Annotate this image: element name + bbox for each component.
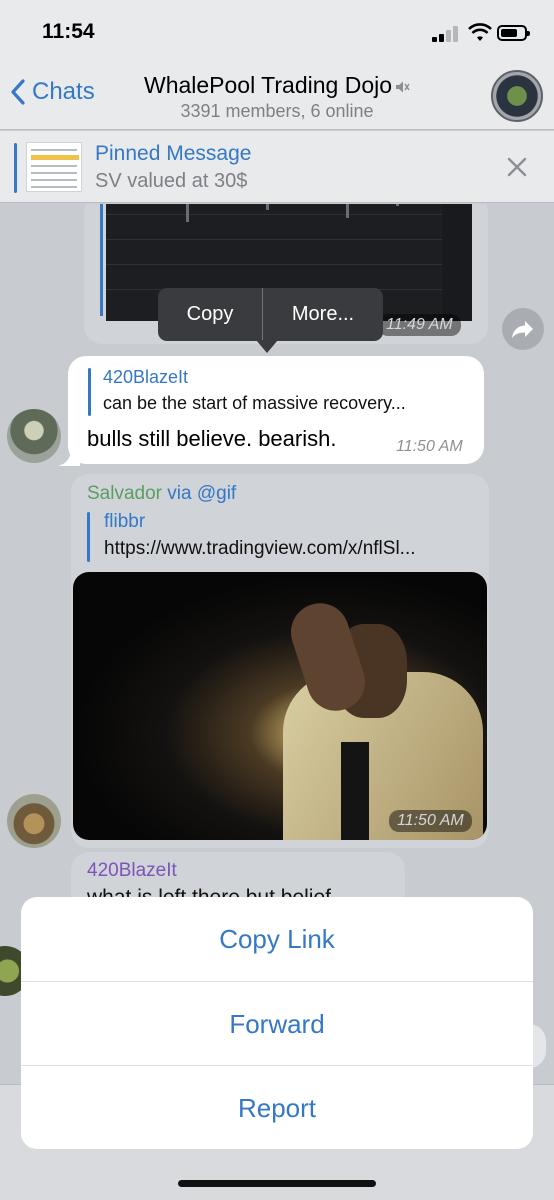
link-preview-bar [87, 512, 90, 562]
pinned-thumbnail [26, 142, 82, 192]
share-arrow-icon [512, 321, 533, 338]
message-time: 11:50 AM [396, 438, 463, 455]
copy-link-button[interactable]: Copy Link [21, 897, 533, 981]
chat-title[interactable]: WhalePool Trading Dojo [0, 72, 554, 99]
quote-author[interactable]: 420BlazeIt [103, 367, 188, 388]
gif-image[interactable] [73, 572, 487, 840]
quote-bar [88, 368, 91, 416]
action-sheet: Copy Link Forward Report [21, 897, 533, 1149]
link-url[interactable]: https://www.tradingview.com/x/nflSl... [104, 538, 480, 560]
link-preview-name[interactable]: flibbr [104, 511, 145, 533]
reply-message[interactable]: 420BlazeIt can be the start of massive r… [68, 356, 484, 464]
message-sender[interactable]: 420BlazeIt [87, 860, 177, 882]
battery-icon [497, 25, 530, 41]
status-bar: 11:54 [0, 0, 554, 62]
group-avatar[interactable] [491, 70, 543, 122]
pinned-text: SV valued at 30$ [95, 170, 248, 192]
avatar[interactable] [7, 794, 61, 848]
navigation-bar: Chats WhalePool Trading Dojo 3391 member… [0, 62, 554, 130]
message-time: 11:49 AM [378, 314, 461, 336]
context-menu-arrow [256, 340, 278, 353]
pinned-message-bar[interactable]: Pinned Message SV valued at 30$ [0, 131, 554, 203]
context-menu: Copy More... [158, 288, 383, 341]
avatar[interactable] [7, 409, 61, 463]
share-button[interactable] [502, 308, 544, 350]
sender-name[interactable]: Salvador [87, 483, 162, 504]
close-icon[interactable] [507, 157, 527, 177]
gif-message[interactable]: Salvador via @gif flibbr https://www.tra… [71, 474, 489, 848]
wifi-icon [468, 23, 492, 41]
mute-icon [396, 81, 410, 93]
message-time: 11:50 AM [389, 810, 472, 832]
chat-subtitle: 3391 members, 6 online [180, 101, 374, 121]
quote-text: can be the start of massive recovery... [103, 393, 406, 413]
bubble-tail [58, 444, 80, 466]
quote-bar [100, 204, 103, 316]
report-button[interactable]: Report [21, 1065, 533, 1149]
signal-icon [432, 26, 460, 42]
copy-menu-item[interactable]: Copy [158, 288, 262, 341]
chat-title-text: WhalePool Trading Dojo [143, 72, 393, 98]
pinned-accent-bar [14, 143, 17, 193]
via-bot[interactable]: via @gif [167, 483, 236, 504]
message-text: bulls still believe. bearish. [87, 426, 337, 451]
forward-button[interactable]: Forward [21, 981, 533, 1065]
home-indicator [178, 1180, 376, 1187]
message-sender: Salvador via @gif [87, 483, 236, 505]
pinned-title: Pinned Message [95, 142, 252, 165]
more-menu-item[interactable]: More... [263, 288, 383, 341]
status-time: 11:54 [42, 20, 95, 43]
